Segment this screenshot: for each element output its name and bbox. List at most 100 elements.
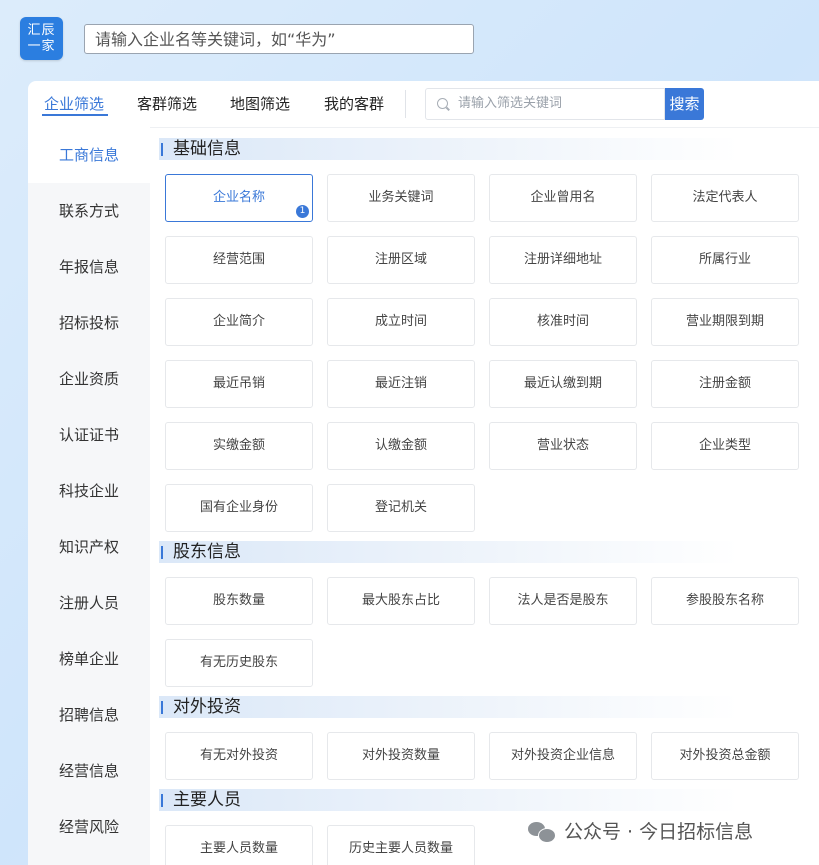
- filter-option-label: 有无对外投资: [199, 748, 278, 763]
- filter-option-label: 企业类型: [698, 438, 751, 453]
- sidebar-item[interactable]: 科技企业: [28, 463, 150, 519]
- filter-option-label: 核准时间: [536, 314, 589, 329]
- filter-option[interactable]: 企业类型: [651, 422, 799, 470]
- tab-map-filter[interactable]: 地图筛选: [230, 93, 290, 114]
- tab-divider: [405, 90, 406, 118]
- filter-option-label: 对外投资总金额: [679, 748, 771, 763]
- filter-option[interactable]: 注册详细地址: [489, 236, 637, 284]
- filter-option[interactable]: 最大股东占比: [327, 577, 475, 625]
- filter-option-label: 成立时间: [374, 314, 427, 329]
- active-tab-underline: [42, 114, 108, 116]
- sidebar-item[interactable]: 招标投标: [28, 295, 150, 351]
- filter-option[interactable]: 登记机关: [327, 484, 475, 532]
- sidebar-item[interactable]: 招聘信息: [28, 687, 150, 743]
- filter-option[interactable]: 对外投资企业信息: [489, 732, 637, 780]
- category-sidebar: 工商信息 联系方式 年报信息 招标投标 企业资质 认证证书 科技企业 知识产权 注册人员 榜单企业…: [28, 127, 150, 865]
- tab-customer-group-filter[interactable]: 客群筛选: [137, 93, 197, 114]
- filter-option[interactable]: 经营范围: [165, 236, 313, 284]
- sidebar-item[interactable]: 年报信息: [28, 239, 150, 295]
- filter-option-label: 最大股东占比: [361, 593, 440, 608]
- filter-option-label: 注册详细地址: [523, 252, 602, 267]
- filter-option-label: 业务关键词: [368, 190, 434, 205]
- selected-count-badge: 1: [296, 205, 309, 218]
- section-title: 主要人员: [159, 789, 739, 811]
- filter-option[interactable]: 注册金额: [651, 360, 799, 408]
- filter-option-label: 参股股东名称: [685, 593, 764, 608]
- filter-option[interactable]: 注册区域: [327, 236, 475, 284]
- filter-option[interactable]: 企业简介: [165, 298, 313, 346]
- filter-option-label: 所属行业: [698, 252, 751, 267]
- section-title: 对外投资: [159, 696, 739, 718]
- filter-option[interactable]: 最近认缴到期: [489, 360, 637, 408]
- filter-option[interactable]: 对外投资总金额: [651, 732, 799, 780]
- filter-option[interactable]: 参股股东名称: [651, 577, 799, 625]
- filter-option[interactable]: 营业期限到期: [651, 298, 799, 346]
- filter-option-label: 最近认缴到期: [523, 376, 602, 391]
- filter-option-label: 最近吊销: [212, 376, 265, 391]
- filter-option[interactable]: 核准时间: [489, 298, 637, 346]
- logo-line-1: 汇辰: [27, 22, 56, 38]
- filter-option-label: 对外投资企业信息: [510, 748, 615, 763]
- filter-option-label: 法人是否是股东: [517, 593, 609, 608]
- filter-option[interactable]: 成立时间: [327, 298, 475, 346]
- filter-option[interactable]: 业务关键词: [327, 174, 475, 222]
- sidebar-item[interactable]: 工商信息: [28, 127, 150, 183]
- filter-option[interactable]: 有无历史股东: [165, 639, 313, 687]
- filter-option-label: 对外投资数量: [361, 748, 440, 763]
- filter-option-label: 企业曾用名: [530, 190, 596, 205]
- filter-option-label: 企业简介: [212, 314, 265, 329]
- filter-option-label: 国有企业身份: [199, 500, 278, 515]
- filter-option-label: 法定代表人: [692, 190, 758, 205]
- filter-option-label: 注册区域: [374, 252, 427, 267]
- filter-option[interactable]: 国有企业身份: [165, 484, 313, 532]
- filter-option[interactable]: 对外投资数量: [327, 732, 475, 780]
- filter-option[interactable]: 法人是否是股东: [489, 577, 637, 625]
- sidebar-item[interactable]: 企业资质: [28, 351, 150, 407]
- filter-keyword-placeholder: 请输入筛选关键词: [458, 96, 563, 111]
- sidebar-item[interactable]: 经营风险: [28, 799, 150, 855]
- filter-option-label: 主要人员数量: [199, 841, 278, 856]
- filter-option[interactable]: 有无对外投资: [165, 732, 313, 780]
- company-search-input[interactable]: 请输入企业名等关键词，如“华为”: [84, 24, 474, 54]
- filter-option[interactable]: 最近注销: [327, 360, 475, 408]
- filter-option-label: 注册金额: [698, 376, 751, 391]
- filter-option-label: 营业期限到期: [685, 314, 764, 329]
- sidebar-item[interactable]: 知识产权: [28, 519, 150, 575]
- filter-option-label: 认缴金额: [374, 438, 427, 453]
- search-button[interactable]: 搜索: [665, 88, 704, 120]
- filter-option-label: 股东数量: [212, 593, 265, 608]
- filter-keyword-input[interactable]: 请输入筛选关键词: [425, 88, 665, 120]
- filter-option[interactable]: 企业名称 1: [165, 174, 313, 222]
- filter-option-label: 最近注销: [374, 376, 427, 391]
- sidebar-item[interactable]: 联系方式: [28, 183, 150, 239]
- filter-option-label: 营业状态: [536, 438, 589, 453]
- filter-option[interactable]: 认缴金额: [327, 422, 475, 470]
- logo-line-2: 一家: [27, 38, 56, 54]
- sidebar-item[interactable]: 注册人员: [28, 575, 150, 631]
- filter-panel: 企业筛选 客群筛选 地图筛选 我的客群 请输入筛选关键词 搜索 工商信息 联系方式…: [28, 81, 819, 865]
- filter-option[interactable]: 股东数量: [165, 577, 313, 625]
- app-logo[interactable]: 汇辰 一家: [20, 17, 63, 60]
- filter-option[interactable]: 所属行业: [651, 236, 799, 284]
- tab-my-customer-groups[interactable]: 我的客群: [324, 93, 384, 114]
- sidebar-item[interactable]: 榜单企业: [28, 631, 150, 687]
- filter-option-label: 历史主要人员数量: [348, 841, 453, 856]
- filter-option-label: 经营范围: [212, 252, 265, 267]
- sidebar-item[interactable]: 经营信息: [28, 743, 150, 799]
- watermark-text: 公众号 · 今日招标信息: [564, 821, 754, 843]
- wechat-icon: [528, 821, 556, 843]
- filter-option-label: 有无历史股东: [199, 655, 278, 670]
- filter-option-label: 登记机关: [374, 500, 427, 515]
- filter-option[interactable]: 营业状态: [489, 422, 637, 470]
- filter-option[interactable]: 最近吊销: [165, 360, 313, 408]
- sidebar-item[interactable]: 认证证书: [28, 407, 150, 463]
- filter-option-label: 企业名称: [212, 190, 265, 205]
- filter-option[interactable]: 企业曾用名: [489, 174, 637, 222]
- filter-option[interactable]: 历史主要人员数量: [327, 825, 475, 865]
- filter-option[interactable]: 法定代表人: [651, 174, 799, 222]
- top-bar: 汇辰 一家 请输入企业名等关键词，如“华为”: [0, 0, 819, 80]
- filter-option[interactable]: 主要人员数量: [165, 825, 313, 865]
- search-icon: [437, 98, 448, 109]
- tab-company-filter[interactable]: 企业筛选: [44, 93, 104, 114]
- filter-option[interactable]: 实缴金额: [165, 422, 313, 470]
